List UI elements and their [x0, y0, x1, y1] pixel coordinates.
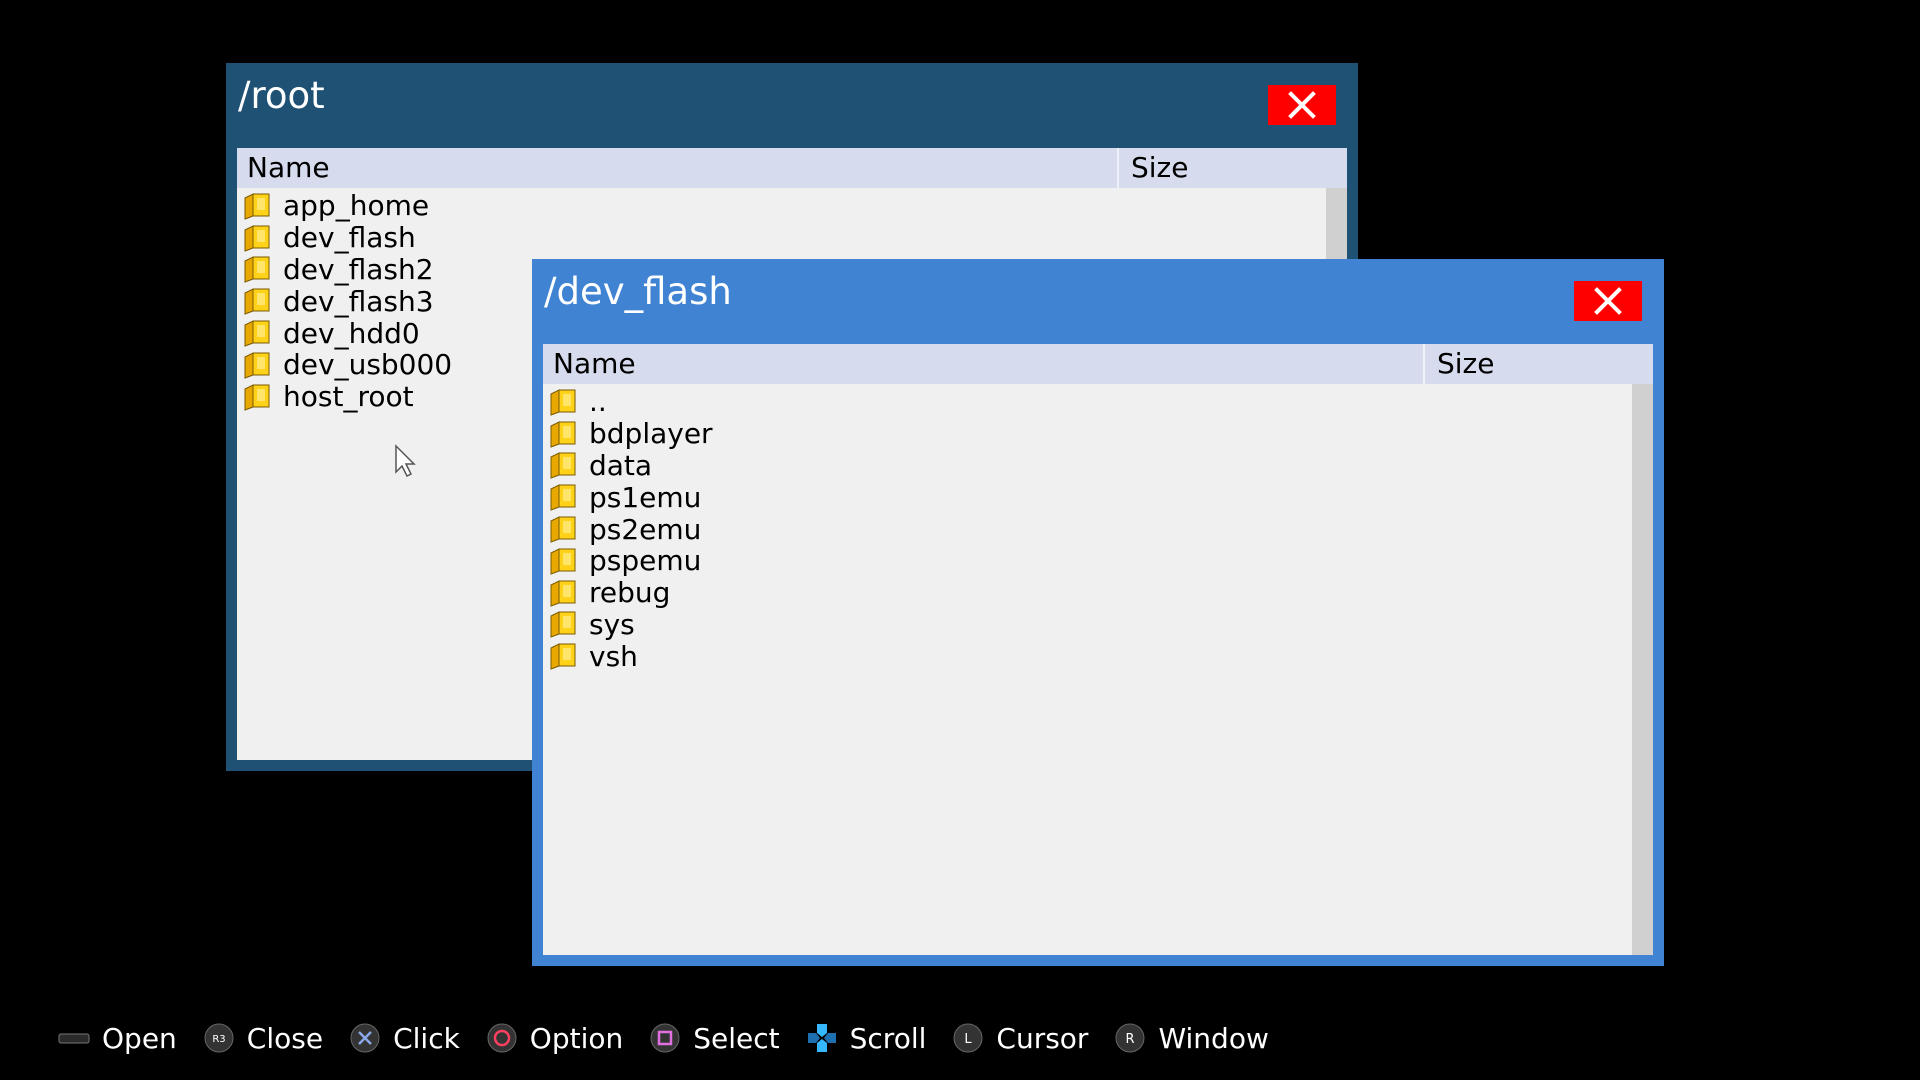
hint-cursor: L Cursor — [952, 1022, 1088, 1055]
list-item[interactable]: dev_flash — [243, 221, 1323, 255]
column-size[interactable]: Size — [1437, 344, 1494, 384]
item-name: dev_flash2 — [283, 253, 434, 286]
dev-flash-window[interactable]: /dev_flash Name Size .. bdplayer data ps1em… — [532, 259, 1664, 966]
l-glyph: L — [965, 1032, 973, 1047]
folder-icon — [244, 224, 270, 252]
list-item[interactable]: rebug — [549, 576, 1629, 610]
hint-label: Cursor — [996, 1021, 1089, 1055]
file-list[interactable]: Name Size .. bdplayer data ps1emu ps2emu pspe… — [543, 344, 1653, 955]
hint-window: R Window — [1114, 1021, 1269, 1055]
square-button-icon — [650, 1023, 680, 1053]
item-name: host_root — [283, 380, 414, 414]
hint-open: Open — [58, 1022, 177, 1055]
column-divider — [1117, 148, 1119, 188]
column-divider — [1423, 344, 1425, 384]
hint-close: R3 Close — [203, 1022, 323, 1055]
folder-icon — [550, 611, 576, 639]
item-name: dev_usb000 — [283, 348, 453, 382]
item-name: dev_flash — [283, 221, 416, 255]
folder-icon — [244, 193, 270, 220]
hint-label: Click — [393, 1021, 460, 1055]
hint-select: Select — [649, 1021, 780, 1055]
folder-icon — [244, 352, 270, 379]
cross-button-icon — [350, 1023, 380, 1053]
item-name: bdplayer — [589, 417, 713, 451]
hint-label: Option — [529, 1021, 624, 1055]
list-item[interactable]: app_home — [243, 189, 1323, 223]
folder-icon — [550, 643, 576, 670]
hint-scroll: Scroll — [806, 1021, 927, 1055]
scrollbar[interactable] — [1632, 384, 1653, 955]
column-name[interactable]: Name — [553, 344, 636, 384]
file-rows: .. bdplayer data ps1emu ps2emu pspemu rebug sys… — [549, 385, 1629, 673]
list-item[interactable]: bdplayer — [549, 417, 1629, 451]
item-name: app_home — [283, 189, 430, 223]
hint-label: Select — [693, 1021, 780, 1055]
dpad-icon — [807, 1024, 836, 1052]
hint-click: Click — [349, 1022, 460, 1055]
list-header: Name Size — [237, 148, 1347, 188]
circle-button-icon — [487, 1023, 517, 1053]
item-name: rebug — [589, 576, 671, 610]
right-stick-icon: R — [1115, 1023, 1145, 1053]
list-item[interactable]: pspemu — [549, 544, 1629, 578]
select-button-icon — [58, 1033, 90, 1044]
window-title: /root — [238, 74, 325, 117]
close-button[interactable] — [1268, 85, 1336, 125]
item-name: dev_flash3 — [283, 284, 434, 318]
folder-icon — [244, 288, 270, 316]
r-glyph: R — [1126, 1032, 1135, 1047]
hint-label: Open — [102, 1021, 177, 1055]
item-name: pspemu — [589, 544, 702, 578]
close-icon — [1594, 287, 1622, 315]
item-name: data — [589, 449, 653, 482]
item-name: vsh — [589, 639, 638, 673]
hint-label: Window — [1158, 1021, 1269, 1055]
list-item[interactable]: sys — [549, 607, 1629, 641]
left-stick-icon: L — [953, 1023, 983, 1053]
hint-label: Scroll — [849, 1021, 927, 1055]
folder-icon — [550, 516, 576, 543]
r3-button-icon: R3 — [204, 1023, 234, 1053]
list-item[interactable]: vsh — [549, 639, 1629, 673]
folder-icon — [550, 579, 576, 607]
screen: /root Name Size app_home dev_flash dev_fla… — [0, 0, 1920, 1080]
hint-label: Close — [246, 1021, 324, 1055]
mouse-pointer-icon — [395, 444, 416, 478]
list-item[interactable]: ps2emu — [549, 512, 1629, 546]
list-item[interactable]: .. — [549, 385, 1629, 419]
item-name: dev_hdd0 — [283, 316, 420, 350]
list-item[interactable]: ps1emu — [549, 480, 1629, 514]
item-name: .. — [589, 385, 607, 419]
folder-icon — [244, 383, 270, 411]
hint-option: Option — [486, 1022, 623, 1055]
controller-hints: Open R3 Close Click Option Select Scroll… — [58, 1016, 1295, 1060]
column-size[interactable]: Size — [1131, 148, 1188, 188]
close-icon — [1288, 91, 1316, 119]
item-name: ps2emu — [589, 512, 702, 546]
item-name: sys — [589, 607, 635, 641]
window-title: /dev_flash — [544, 270, 732, 313]
list-header: Name Size — [543, 344, 1653, 384]
folder-icon — [550, 420, 576, 448]
folder-icon — [244, 320, 270, 347]
item-name: ps1emu — [589, 480, 702, 514]
folder-icon — [550, 452, 576, 480]
folder-icon — [550, 484, 576, 512]
r3-glyph: R3 — [212, 1034, 225, 1045]
folder-icon — [244, 256, 270, 284]
close-button[interactable] — [1574, 281, 1642, 321]
folder-icon — [550, 389, 576, 416]
column-name[interactable]: Name — [247, 148, 330, 188]
folder-icon — [550, 548, 576, 575]
list-item[interactable]: data — [549, 449, 1629, 482]
